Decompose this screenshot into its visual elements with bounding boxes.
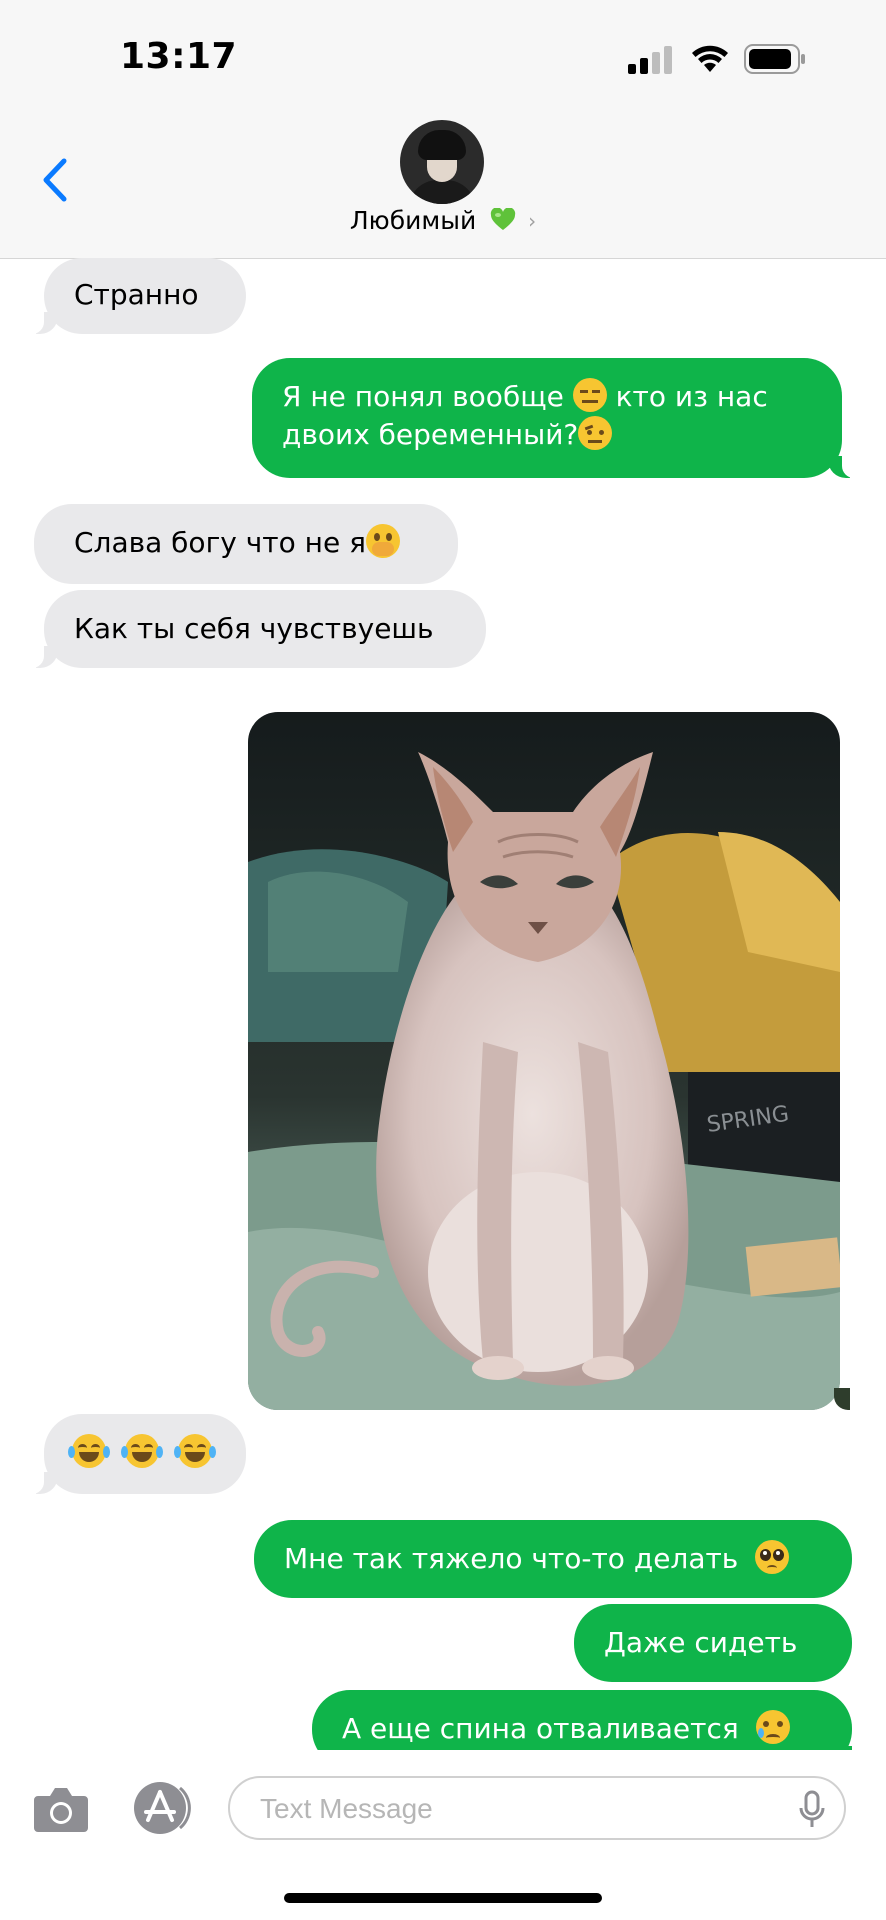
contact-avatar[interactable]	[400, 120, 484, 204]
message-bubble-outgoing[interactable]: Я не понял вообще кто из нас двоих берем…	[252, 358, 860, 478]
message-text: двоих беременный?	[282, 418, 579, 451]
message-text: Мне так тяжело что-то делать	[284, 1542, 739, 1575]
face-with-open-eyes-and-hand-over-mouth-emoji	[365, 524, 400, 558]
pleading-face-emoji	[755, 1540, 790, 1574]
message-text: А еще спина отваливается	[342, 1712, 739, 1745]
message-text: Странно	[74, 278, 199, 311]
message-input-bar	[0, 1750, 886, 1880]
message-text: Как ты себя чувствуешь	[74, 612, 434, 645]
expressionless-face-emoji	[572, 378, 607, 412]
chevron-right-icon: ›	[528, 209, 537, 233]
conversation-header: Любимый ›	[0, 110, 886, 259]
message-text: кто из нас	[615, 380, 768, 413]
crying-face-emoji	[755, 1710, 790, 1744]
cellular-signal-icon	[628, 46, 676, 74]
message-text-field[interactable]	[228, 1776, 846, 1840]
message-bubble-incoming[interactable]: Слава богу что не я	[34, 504, 458, 584]
chevron-left-icon	[43, 158, 67, 202]
contact-name: Любимый	[349, 206, 477, 235]
message-text: Слава богу что не я	[74, 526, 366, 559]
battery-icon	[744, 44, 805, 74]
message-text-line: двоих беременный?	[282, 416, 812, 454]
clock-time: 13:17	[120, 36, 238, 77]
message-text: Я не понял вообще	[282, 380, 564, 413]
app-store-icon[interactable]	[132, 1780, 196, 1836]
pregnant-sphynx-cat-photo: SPRING	[248, 712, 840, 1410]
photo-tail	[834, 1388, 850, 1410]
tears-of-joy-emoji	[120, 1434, 163, 1468]
back-button[interactable]	[30, 150, 80, 210]
tears-of-joy-emoji	[173, 1434, 216, 1468]
message-text-line: Я не понял вообще кто из нас	[282, 378, 812, 416]
photo-attachment[interactable]: SPRING	[248, 712, 840, 1410]
message-bubble-incoming[interactable]: Странно	[26, 258, 246, 334]
microphone-icon[interactable]	[798, 1790, 826, 1830]
home-indicator[interactable]	[284, 1893, 602, 1903]
contact-name-row[interactable]: Любимый ›	[0, 206, 886, 235]
message-bubble-outgoing[interactable]: Даже сидеть	[574, 1604, 852, 1682]
wifi-icon	[692, 45, 728, 72]
message-bubble-incoming[interactable]	[26, 1414, 246, 1494]
camera-icon[interactable]	[32, 1784, 90, 1834]
status-bar: 13:17	[0, 0, 886, 110]
tears-of-joy-emoji	[68, 1434, 110, 1468]
message-bubble-outgoing[interactable]: Мне так тяжело что-то делать	[254, 1520, 852, 1598]
raised-eyebrow-emoji	[578, 416, 613, 450]
green-heart-emoji	[491, 208, 516, 230]
message-text: Даже сидеть	[604, 1626, 798, 1659]
message-bubble-incoming[interactable]: Как ты себя чувствуешь	[26, 590, 486, 668]
message-input[interactable]	[258, 1788, 762, 1830]
